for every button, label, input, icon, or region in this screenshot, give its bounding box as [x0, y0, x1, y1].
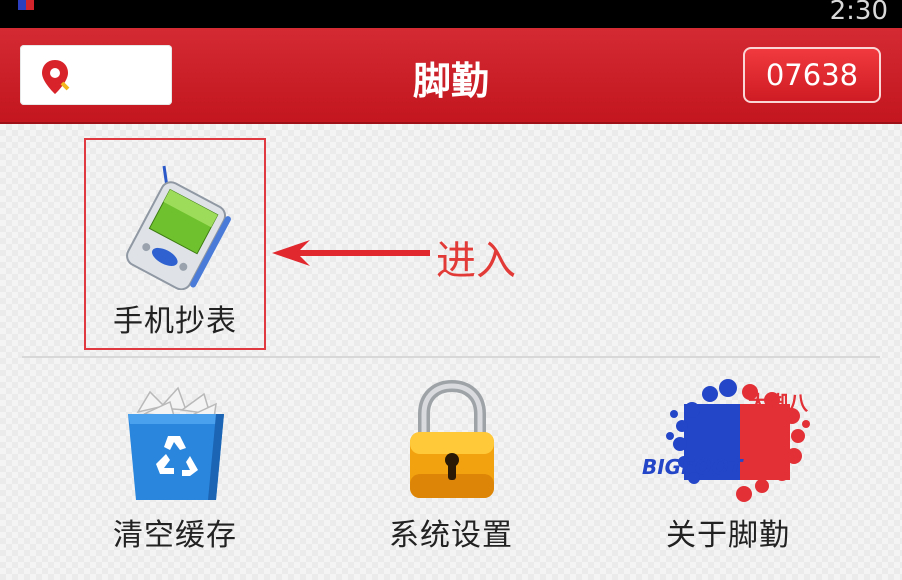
status-time: 2:30: [829, 0, 888, 26]
menu-item-label: 系统设置: [389, 518, 513, 553]
menu-item-label: 手机抄表: [113, 304, 237, 339]
padlock-icon: [410, 379, 494, 498]
divider: [22, 356, 880, 358]
code-button[interactable]: 07638: [743, 47, 881, 103]
menu-item-about[interactable]: 大脚八 BIGFOOT 关于脚勤: [640, 370, 816, 570]
annotation-label: 进入: [436, 238, 516, 284]
menu-item-meter-reading[interactable]: 手机抄表: [84, 138, 266, 350]
status-bar: 2:30: [0, 0, 902, 28]
app-notification-icon: [18, 0, 34, 10]
title-bar: 脚勤 07638: [0, 28, 902, 124]
arrow-left-icon: [272, 240, 430, 266]
main-menu: 手机抄表 进入 清空缓存 系统设置 大脚八 BIGFOOT 关于脚勤: [0, 124, 902, 580]
recycle-bin-icon: [128, 386, 224, 500]
menu-item-label: 关于脚勤: [666, 518, 790, 553]
bigfoot-logo-cn: 大脚八: [748, 391, 809, 415]
bigfoot-logo: 大脚八 BIGFOOT: [642, 379, 810, 502]
menu-item-settings[interactable]: 系统设置: [366, 370, 536, 570]
menu-item-clear-cache[interactable]: 清空缓存: [90, 370, 260, 570]
handheld-device-icon: [126, 165, 231, 290]
menu-item-label: 清空缓存: [113, 518, 237, 553]
bigfoot-logo-en: BIGFOOT: [642, 455, 744, 479]
